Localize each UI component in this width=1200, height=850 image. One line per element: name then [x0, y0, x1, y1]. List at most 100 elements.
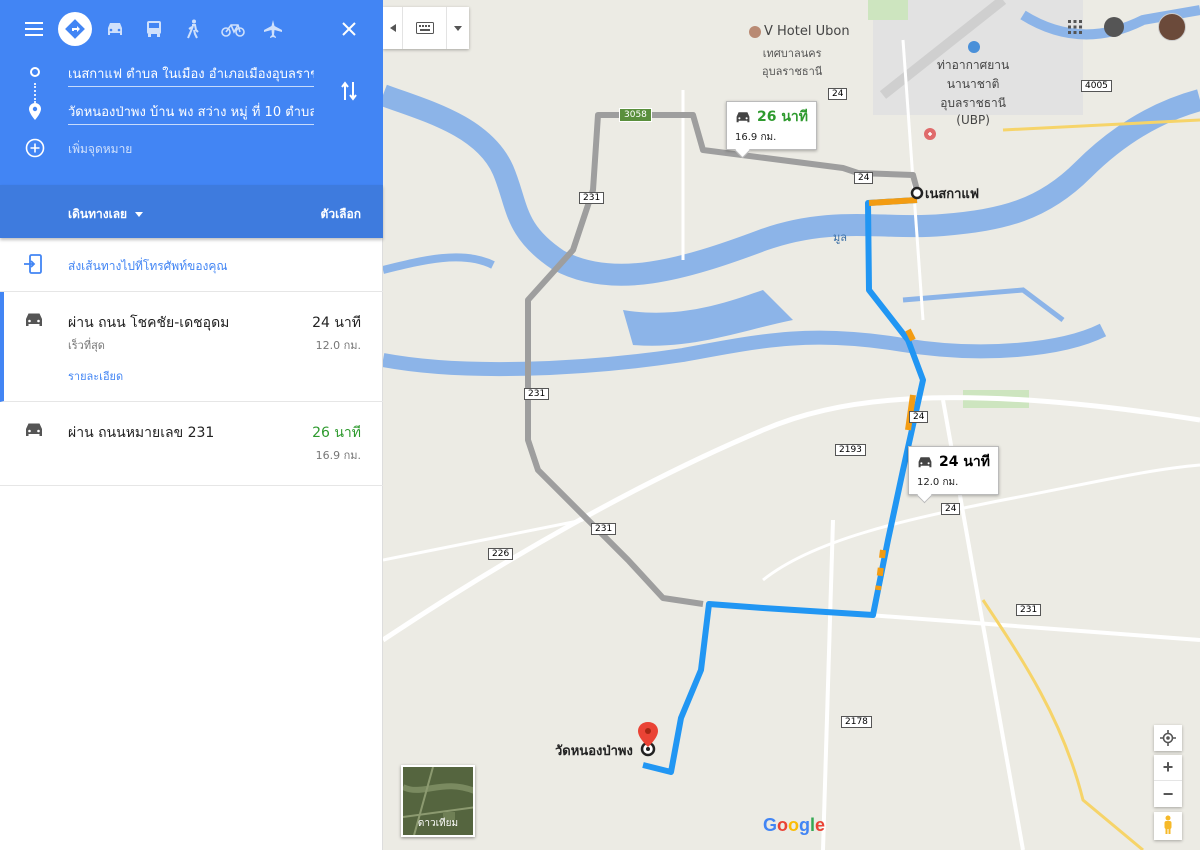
city-label: เทศบาลนคร อุบลราชธานี: [762, 47, 823, 78]
send-to-phone-row[interactable]: ส่งเส้นทางไปที่โทรศัพท์ของคุณ: [0, 238, 383, 292]
road-shield: 2193: [835, 444, 866, 456]
destination-marker-dot: [646, 747, 650, 751]
add-circle-icon[interactable]: [25, 138, 45, 158]
primary-route[interactable]: [642, 197, 926, 775]
route-via-label: ผ่าน ถนน โชคชัย-เดชอุดม: [68, 315, 230, 331]
pegman-icon: [1154, 812, 1182, 838]
chevron-down-icon: [454, 25, 462, 31]
river-label: มูล: [833, 231, 847, 244]
alternate-route-callout[interactable]: 26 นาที 16.9 กม.: [726, 101, 818, 150]
chevron-down-icon: [135, 212, 144, 217]
origin-input[interactable]: [68, 61, 314, 87]
airport-icon: [968, 41, 980, 53]
road-shield: 231: [579, 192, 605, 204]
road-shield: 4005: [1081, 80, 1112, 92]
map-canvas[interactable]: 3058 231 231 231 226 24 24 24 24 2193 21…: [383, 0, 1200, 850]
river-branch: [383, 323, 1107, 377]
bus-icon[interactable]: [137, 12, 171, 46]
traffic-segment: [868, 197, 918, 206]
airplane-icon[interactable]: [256, 12, 290, 46]
destination-pin-icon: [29, 103, 41, 120]
collapse-panel-button[interactable]: [383, 7, 403, 49]
highway: [981, 599, 1144, 850]
travel-mode-row: [0, 10, 383, 48]
street-view-button[interactable]: [1154, 812, 1182, 840]
notifications-icon[interactable]: [1104, 17, 1124, 37]
swap-waypoints-icon[interactable]: [340, 80, 358, 102]
close-icon[interactable]: [332, 12, 366, 46]
directions-icon[interactable]: [58, 12, 92, 46]
avatar[interactable]: [1158, 13, 1186, 41]
menu-icon[interactable]: [17, 12, 51, 46]
road-shield: 24: [941, 503, 961, 515]
road-shield: 3058: [619, 108, 652, 122]
car-icon: [736, 111, 750, 122]
route-option-2[interactable]: ผ่าน ถนนหมายเลข 231 26 นาที 16.9 กม.: [0, 402, 383, 486]
red-pin-center: [645, 728, 651, 734]
departure-options-bar: เดินทางเลย ตัวเลือก: [0, 185, 383, 238]
callout-distance: 12.0 กม.: [917, 477, 959, 488]
chevron-left-icon: [389, 24, 396, 32]
route-fastest-label: เร็วที่สุด: [68, 339, 105, 352]
keyboard-button[interactable]: [403, 7, 447, 49]
apps-grid-icon[interactable]: [1068, 20, 1082, 34]
road-shield: 231: [524, 388, 550, 400]
satellite-toggle[interactable]: ดาวเทียม: [401, 765, 475, 837]
road: [821, 519, 835, 850]
road-shield: 231: [591, 523, 617, 535]
send-to-phone-label: ส่งเส้นทางไปที่โทรศัพท์ของคุณ: [68, 259, 228, 273]
primary-route-callout[interactable]: 24 นาที 12.0 กม.: [908, 446, 1000, 495]
directions-header: [0, 0, 383, 185]
walking-icon[interactable]: [176, 12, 210, 46]
road: [383, 395, 1200, 643]
my-location-button[interactable]: [1154, 725, 1182, 751]
route-distance: 16.9 กม.: [315, 449, 361, 462]
depart-now-label: เดินทางเลย: [68, 207, 128, 221]
highway: [1002, 118, 1200, 132]
car-icon: [918, 456, 932, 467]
road-shield: 24: [854, 172, 874, 184]
canal: [902, 287, 1065, 322]
keyboard-dropdown[interactable]: [447, 7, 469, 49]
zoom-controls: + −: [1154, 755, 1182, 807]
route-option-1[interactable]: ผ่าน ถนน โชคชัย-เดชอุดม เร็วที่สุด 24 นา…: [0, 292, 383, 402]
car-icon[interactable]: [98, 12, 132, 46]
origin-dot-icon: [30, 67, 40, 77]
route-details-link[interactable]: รายละเอียด: [68, 367, 123, 385]
callout-distance: 16.9 กม.: [735, 132, 777, 143]
send-to-phone-icon: [24, 254, 42, 274]
zoom-in-button[interactable]: +: [1154, 755, 1182, 781]
route-via-label: ผ่าน ถนนหมายเลข 231: [68, 425, 215, 441]
add-destination-row: [0, 132, 383, 166]
destination-label: วัดหนองป่าพง: [555, 744, 633, 759]
airport-label: ท่าอากาศยาน นานาชาติ อุบลราชธานี (UBP): [937, 58, 1010, 127]
route-duration: 24 นาที: [312, 315, 361, 331]
destination-input[interactable]: [68, 99, 314, 125]
origin-row: [0, 57, 383, 91]
add-destination-input[interactable]: [68, 136, 314, 162]
road-shield: 2178: [841, 716, 872, 728]
callout-duration: 24 นาที: [939, 454, 991, 470]
route-distance: 12.0 กม.: [315, 339, 361, 352]
road-shield: 226: [488, 548, 514, 560]
destination-row: [0, 95, 383, 129]
road: [383, 518, 584, 562]
park-area: [868, 0, 908, 20]
car-icon: [26, 423, 42, 436]
my-location-icon: [1154, 725, 1182, 751]
google-logo: Google: [763, 815, 826, 835]
route-duration: 26 นาที: [312, 425, 361, 441]
hotel-label: V Hotel Ubon: [764, 24, 850, 39]
origin-marker[interactable]: [910, 186, 924, 200]
zoom-out-button[interactable]: −: [1154, 781, 1182, 807]
options-button[interactable]: ตัวเลือก: [321, 205, 361, 224]
road-shield: 24: [828, 88, 848, 100]
red-pin-icon: [638, 722, 658, 747]
road-shield: 231: [1016, 604, 1042, 616]
directions-panel: เดินทางเลย ตัวเลือก ส่งเส้นทางไปที่โทรศั…: [0, 0, 383, 850]
road-shield: 24: [909, 411, 929, 423]
satellite-label: ดาวเทียม: [417, 818, 459, 829]
bicycle-icon[interactable]: [216, 12, 250, 46]
hotel-icon: [749, 26, 761, 38]
depart-now-dropdown[interactable]: เดินทางเลย: [68, 205, 144, 224]
